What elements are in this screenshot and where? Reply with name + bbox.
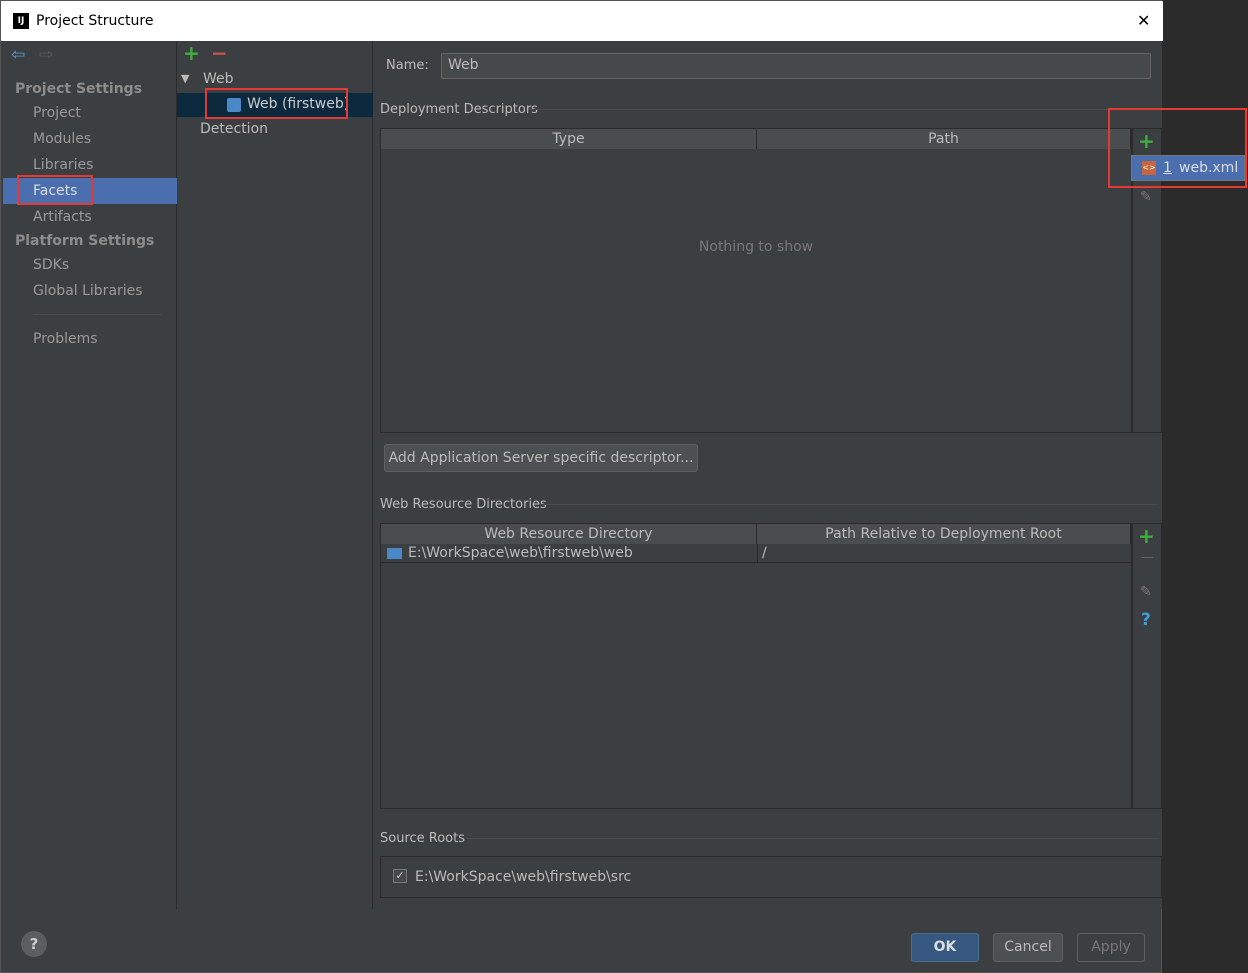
highlight-box <box>205 88 348 119</box>
remove-icon[interactable]: − <box>211 41 228 65</box>
highlight-box <box>1108 108 1247 188</box>
web-resource-directories-heading: Web Resource Directories <box>380 497 547 512</box>
remove-icon[interactable]: — <box>1141 550 1154 565</box>
name-label: Name: <box>386 58 429 73</box>
tree-node-detection[interactable]: Detection <box>200 121 268 137</box>
column-type[interactable]: Type <box>381 129 757 149</box>
highlight-box <box>17 175 93 205</box>
divider <box>466 838 1159 839</box>
divider <box>757 544 758 563</box>
sidebar-item-problems[interactable]: Problems <box>3 326 177 352</box>
cancel-button[interactable]: Cancel <box>993 933 1063 962</box>
sidebar-item-artifacts[interactable]: Artifacts <box>3 204 177 230</box>
divider <box>33 314 161 315</box>
apply-button[interactable]: Apply <box>1077 933 1145 962</box>
sidebar: ⇦ ⇨ Project Settings Project Modules Lib… <box>3 41 177 909</box>
tree-node-web[interactable]: Web <box>203 71 234 87</box>
source-roots-heading: Source Roots <box>380 831 466 846</box>
column-web-resource-directory[interactable]: Web Resource Directory <box>381 524 757 544</box>
edit-icon[interactable]: ✎ <box>1140 189 1152 205</box>
project-structure-dialog: IJ Project Structure ✕ ⇦ ⇨ Project Setti… <box>0 0 1163 973</box>
platform-settings-heading: Platform Settings <box>15 233 155 249</box>
column-path[interactable]: Path <box>757 129 1131 149</box>
back-arrow-icon[interactable]: ⇦ <box>11 45 25 65</box>
help-icon[interactable]: ? <box>1141 610 1151 630</box>
edit-icon[interactable]: ✎ <box>1140 584 1152 600</box>
add-icon[interactable]: + <box>183 41 200 65</box>
source-roots-list: ✓ E:\WorkSpace\web\firstweb\src <box>380 856 1162 898</box>
deployment-descriptors-heading: Deployment Descriptors <box>380 102 538 117</box>
column-path-relative[interactable]: Path Relative to Deployment Root <box>757 524 1131 544</box>
facet-tree: + − ▼ Web Web (firstweb) Detection <box>177 41 373 909</box>
intellij-logo-icon: IJ <box>13 13 29 29</box>
divider <box>529 109 1159 110</box>
facet-details: Name: Web Deployment Descriptors Type Pa… <box>374 41 1162 909</box>
title-bar: IJ Project Structure ✕ <box>1 1 1163 41</box>
close-button[interactable]: ✕ <box>1137 11 1150 30</box>
project-settings-heading: Project Settings <box>15 81 143 97</box>
sidebar-item-project[interactable]: Project <box>3 100 177 126</box>
forward-arrow-icon[interactable]: ⇨ <box>39 45 53 65</box>
add-server-descriptor-button[interactable]: Add Application Server specific descript… <box>384 444 698 472</box>
window-title: Project Structure <box>36 13 154 29</box>
source-root-checkbox[interactable]: ✓ <box>393 869 407 883</box>
name-input[interactable]: Web <box>441 53 1151 79</box>
empty-text: Nothing to show <box>698 239 814 255</box>
deployment-descriptors-table[interactable]: Type Path Nothing to show <box>380 128 1132 433</box>
sidebar-item-modules[interactable]: Modules <box>3 126 177 152</box>
web-resource-toolbar: + — ✎ ? <box>1132 523 1162 809</box>
source-root-path: E:\WorkSpace\web\firstweb\src <box>415 869 632 885</box>
folder-icon <box>387 548 402 559</box>
sidebar-item-sdks[interactable]: SDKs <box>3 252 177 278</box>
ok-button[interactable]: OK <box>911 933 979 962</box>
table-row[interactable]: E:\WorkSpace\web\firstweb\web / <box>381 544 1131 563</box>
cell-directory: E:\WorkSpace\web\firstweb\web <box>408 545 633 561</box>
add-icon[interactable]: + <box>1138 524 1155 548</box>
sidebar-item-global-libraries[interactable]: Global Libraries <box>3 278 177 304</box>
web-resource-table[interactable]: Web Resource Directory Path Relative to … <box>380 523 1132 809</box>
help-button[interactable]: ? <box>21 931 47 957</box>
divider <box>539 504 1159 505</box>
expand-arrow-icon[interactable]: ▼ <box>181 72 189 85</box>
cell-path: / <box>762 545 767 561</box>
